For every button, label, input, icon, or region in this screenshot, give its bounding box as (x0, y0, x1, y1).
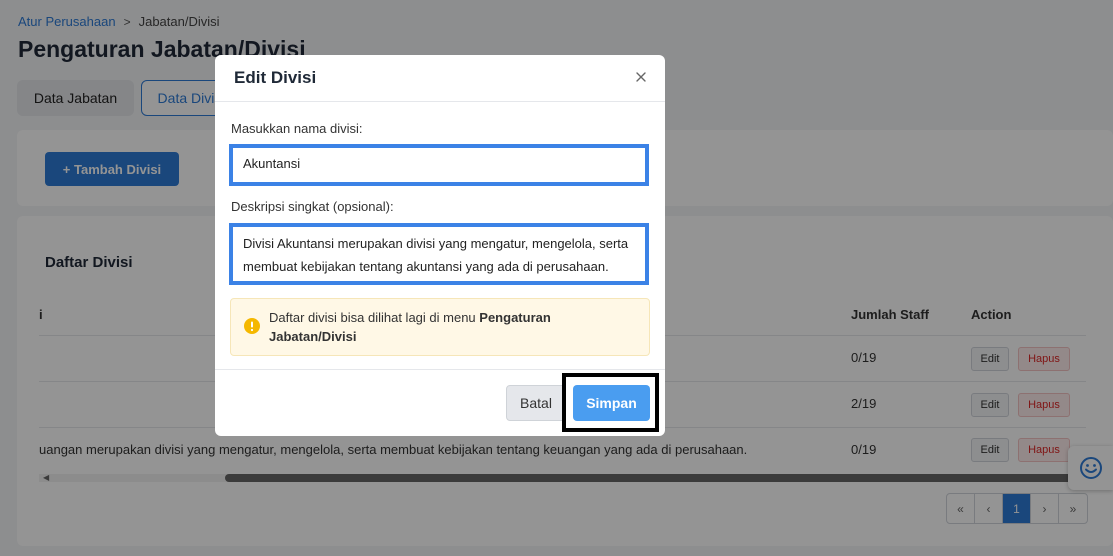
edit-division-modal: Edit Divisi Masukkan nama divisi: Akunta… (215, 55, 665, 436)
division-name-label: Masukkan nama divisi: (231, 121, 363, 136)
warning-icon (244, 318, 260, 334)
cancel-button[interactable]: Batal (506, 385, 566, 421)
info-message: Daftar divisi bisa dilihat lagi di menu … (269, 308, 629, 346)
info-alert: Daftar divisi bisa dilihat lagi di menu … (230, 298, 650, 356)
modal-header: Edit Divisi (215, 55, 665, 102)
division-description-label: Deskripsi singkat (opsional): (231, 199, 394, 214)
info-text: Daftar divisi bisa dilihat lagi di menu (269, 310, 480, 325)
close-icon[interactable] (634, 70, 648, 84)
save-button[interactable]: Simpan (573, 385, 650, 421)
division-name-input[interactable]: Akuntansi (229, 144, 649, 186)
modal-title: Edit Divisi (234, 68, 317, 87)
division-description-textarea[interactable]: Divisi Akuntansi merupakan divisi yang m… (229, 223, 649, 285)
modal-footer-divider (215, 369, 665, 370)
